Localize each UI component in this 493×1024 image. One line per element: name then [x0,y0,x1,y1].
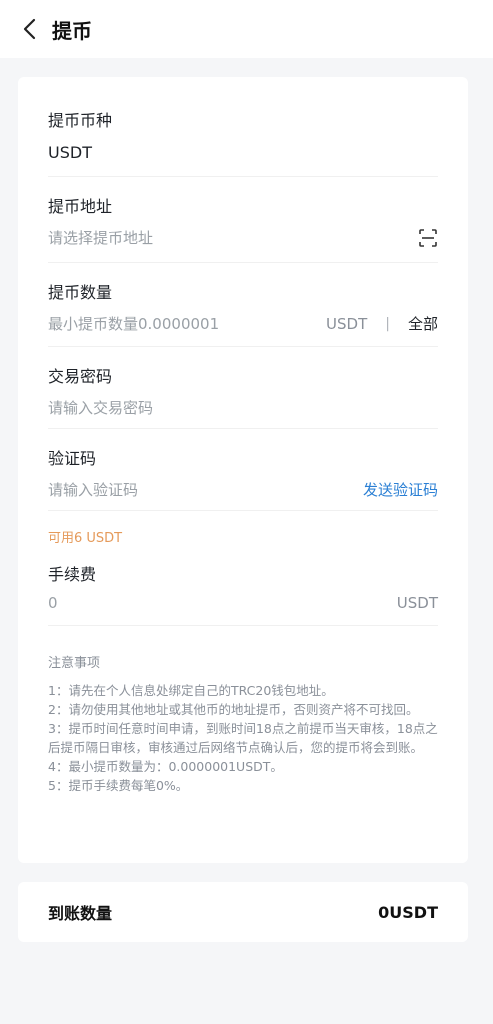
back-arrow-icon[interactable] [18,18,40,40]
password-field: 交易密码 请输入交易密码 [48,347,438,429]
fee-label: 手续费 [48,565,97,584]
fee-field: 可用6 USDT 手续费 0 USDT [48,511,438,626]
send-code-button[interactable]: 发送验证码 [363,479,438,500]
notes-title: 注意事项 [48,656,101,671]
amount-label: 提币数量 [48,283,113,302]
arrival-label: 到账数量 [48,904,113,923]
code-label: 验证码 [48,449,97,468]
note-item: 4：最小提币数量为：0.0000001USDT。 [48,759,283,774]
code-field: 验证码 请输入验证码 发送验证码 [48,429,438,511]
note-item: 2：请勿使用其他地址或其他币的地址提币，否则资产将不可找回。 [48,702,419,717]
note-item: 5：提币手续费每笔0%。 [48,778,189,793]
page-title: 提币 [52,18,92,43]
password-input[interactable]: 请输入交易密码 [48,397,153,418]
amount-separator: | [385,315,390,332]
note-item: 1：请先在个人信息处绑定自己的TRC20钱包地址。 [48,683,334,698]
amount-input[interactable]: 最小提币数量0.0000001 [48,313,219,334]
page-header: 提币 [0,0,493,58]
amount-field: 提币数量 最小提币数量0.0000001 USDT | 全部 [48,263,438,347]
fee-unit: USDT [396,594,438,612]
scan-icon[interactable] [418,228,438,248]
address-field: 提币地址 请选择提币地址 [48,177,438,263]
note-item: 3：提币时间任意时间申请，到账时间18点之前提币当天审核，18点之后提币隔日审核… [48,721,438,755]
arrival-value: 0USDT [378,902,438,922]
coin-value: USDT [48,143,92,162]
address-input[interactable]: 请选择提币地址 [48,227,153,248]
address-label: 提币地址 [48,197,113,216]
coin-field[interactable]: 提币币种 USDT [48,77,438,177]
amount-unit: USDT [326,314,368,333]
code-input[interactable]: 请输入验证码 [48,479,138,500]
all-button[interactable]: 全部 [408,313,438,334]
available-balance: 可用6 USDT [48,531,123,546]
coin-label: 提币币种 [48,111,113,130]
arrival-card: 到账数量 0USDT [18,882,468,942]
password-label: 交易密码 [48,367,113,386]
withdraw-form-card: 提币币种 USDT 提币地址 请选择提币地址 提币数量 最小提币数量0.0000… [18,77,468,863]
notes-section: 注意事项 1：请先在个人信息处绑定自己的TRC20钱包地址。 2：请勿使用其他地… [48,654,438,795]
fee-value: 0 [48,594,58,612]
